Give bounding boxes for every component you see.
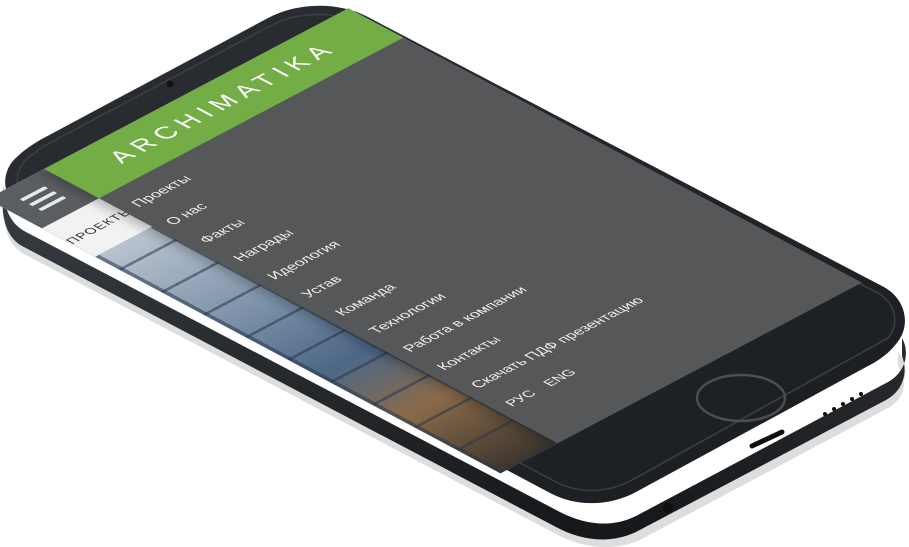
device-mockup: ПРОЕКТЫ ARCHIMATIKA Проекты О нас Факты …	[0, 0, 909, 547]
